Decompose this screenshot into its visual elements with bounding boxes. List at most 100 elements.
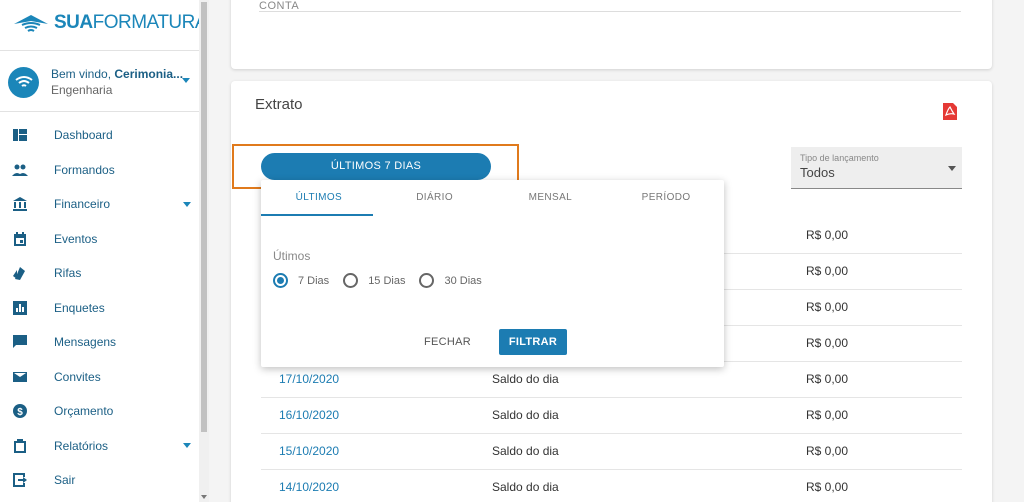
- row-amount: R$ 0,00: [806, 264, 849, 278]
- tab-diario[interactable]: DIÁRIO: [377, 180, 493, 216]
- welcome-text: Bem vindo, Cerimonia...: [51, 67, 184, 81]
- row-date[interactable]: 16/10/2020: [279, 408, 339, 422]
- row-amount: R$ 0,00: [806, 228, 849, 242]
- row-date[interactable]: 14/10/2020: [279, 480, 339, 494]
- account-card: CONTA: [231, 0, 992, 69]
- entry-type-value: Todos: [800, 165, 835, 180]
- radio-button[interactable]: [273, 273, 288, 288]
- sidebar-item-dashboard[interactable]: Dashboard: [0, 118, 199, 153]
- account-field-line: [259, 11, 961, 12]
- sidebar-item-rifas[interactable]: Rifas: [0, 256, 199, 291]
- popup-section-label: Útimos: [273, 249, 311, 263]
- radio-button[interactable]: [343, 273, 359, 288]
- logo-cap-icon: [14, 15, 48, 32]
- radio-label: 30 Dias: [444, 274, 482, 287]
- poll-icon: [12, 300, 28, 316]
- row-amount: R$ 0,00: [806, 480, 849, 494]
- sidebar-item-label: Orçamento: [54, 404, 114, 419]
- sidebar-item-label: Formandos: [54, 162, 115, 177]
- row-description: Saldo do dia: [492, 372, 559, 386]
- dollar-icon: $: [12, 403, 28, 419]
- scroll-down-arrow-icon[interactable]: [201, 495, 207, 499]
- caret-down-icon[interactable]: [182, 78, 190, 83]
- ticket-icon: [12, 265, 28, 281]
- table-row: 14/10/2020 Saldo do dia R$ 0,00: [261, 470, 962, 502]
- sidebar-item-label: Mensagens: [54, 335, 117, 350]
- caret-down-icon: [183, 443, 191, 449]
- radio-label: 7 Dias: [298, 274, 330, 287]
- row-description: Saldo do dia: [492, 444, 559, 458]
- row-description: Saldo do dia: [492, 408, 559, 422]
- period-tabs: ÚLTIMOS DIÁRIO MENSAL PERÍODO: [261, 180, 724, 216]
- radio-button[interactable]: [419, 273, 435, 288]
- radio-option[interactable]: 15 Dias: [343, 273, 405, 288]
- sidebar-item-convites[interactable]: Convites: [0, 360, 199, 395]
- user-name: Cerimonia...: [114, 67, 184, 81]
- sidebar-item-label: Enquetes: [54, 300, 105, 315]
- sidebar-item-label: Sair: [54, 473, 76, 488]
- sidebar-item-label: Relatórios: [54, 438, 109, 453]
- sidebar-item-eventos[interactable]: Eventos: [0, 222, 199, 257]
- period-radio-group: 7 Dias 15 Dias 30 Dias: [273, 273, 496, 288]
- sidebar-item-enquetes[interactable]: Enquetes: [0, 291, 199, 326]
- row-amount: R$ 0,00: [806, 300, 849, 314]
- tab-ultimos[interactable]: ÚLTIMOS: [261, 180, 377, 216]
- scrollbar-thumb[interactable]: [201, 2, 207, 432]
- sidebar-nav: Dashboard Formandos Financeiro Eventos Rifas…: [0, 118, 199, 498]
- period-popup: ÚLTIMOS DIÁRIO MENSAL PERÍODO Útimos 7 Dias…: [261, 180, 724, 367]
- radio-label: 15 Dias: [368, 274, 406, 287]
- table-row: 16/10/2020 Saldo do dia R$ 0,00: [261, 398, 962, 434]
- bank-icon: [12, 196, 28, 212]
- radio-option[interactable]: 30 Dias: [419, 273, 482, 288]
- entry-type-label: Tipo de lançamento: [800, 153, 879, 163]
- close-button[interactable]: FECHAR: [424, 336, 471, 348]
- radio-option[interactable]: 7 Dias: [273, 273, 329, 288]
- sidebar-scrollbar[interactable]: [199, 0, 209, 502]
- user-menu[interactable]: Bem vindo, Cerimonia... Engenharia: [8, 64, 198, 100]
- avatar: [8, 66, 39, 98]
- filter-button[interactable]: FILTRAR: [499, 329, 567, 355]
- sidebar-item-label: Financeiro: [54, 197, 111, 212]
- wifi-icon: [14, 76, 33, 87]
- entry-type-select[interactable]: Tipo de lançamento Todos: [791, 147, 962, 189]
- user-course: Engenharia: [51, 83, 113, 97]
- pdf-icon[interactable]: [943, 103, 957, 120]
- row-date[interactable]: 15/10/2020: [279, 444, 339, 458]
- sidebar-item-formandos[interactable]: Formandos: [0, 153, 199, 188]
- row-date[interactable]: 17/10/2020: [279, 372, 339, 386]
- table-row: 17/10/2020 Saldo do dia R$ 0,00: [261, 362, 962, 398]
- caret-down-icon: [183, 201, 191, 207]
- divider: [0, 50, 199, 51]
- table-row: 15/10/2020 Saldo do dia R$ 0,00: [261, 434, 962, 470]
- svg-text:$: $: [17, 407, 23, 418]
- tab-periodo[interactable]: PERÍODO: [608, 180, 724, 216]
- sidebar-item-label: Rifas: [54, 266, 82, 281]
- people-icon: [12, 162, 28, 178]
- logo[interactable]: SUAFORMATURA: [12, 12, 208, 34]
- chat-icon: [12, 334, 28, 350]
- sidebar-item-mensagens[interactable]: Mensagens: [0, 325, 199, 360]
- sidebar: SUAFORMATURA Bem vindo, Cerimonia... Eng…: [0, 0, 208, 502]
- sidebar-item-financeiro[interactable]: Financeiro: [0, 187, 199, 222]
- sidebar-item-sair[interactable]: Sair: [0, 463, 199, 498]
- row-amount: R$ 0,00: [806, 444, 849, 458]
- statement-title: Extrato: [255, 96, 303, 113]
- sidebar-item-orcamento[interactable]: $ Orçamento: [0, 394, 199, 429]
- caret-down-icon: [948, 166, 956, 171]
- calendar-icon: [12, 231, 28, 247]
- mail-icon: [12, 369, 28, 385]
- sidebar-item-label: Convites: [54, 369, 101, 384]
- tab-mensal[interactable]: MENSAL: [493, 180, 609, 216]
- row-description: Saldo do dia: [492, 480, 559, 494]
- sidebar-item-relatorios[interactable]: Relatórios: [0, 429, 199, 464]
- row-amount: R$ 0,00: [806, 372, 849, 386]
- clipboard-icon: [12, 438, 28, 454]
- row-amount: R$ 0,00: [806, 408, 849, 422]
- logo-text: SUAFORMATURA: [54, 12, 208, 33]
- row-amount: R$ 0,00: [806, 336, 849, 350]
- sidebar-item-label: Dashboard: [54, 128, 113, 143]
- sidebar-item-label: Eventos: [54, 231, 98, 246]
- exit-icon: [12, 472, 28, 488]
- dashboard-icon: [12, 127, 28, 143]
- divider: [0, 111, 199, 112]
